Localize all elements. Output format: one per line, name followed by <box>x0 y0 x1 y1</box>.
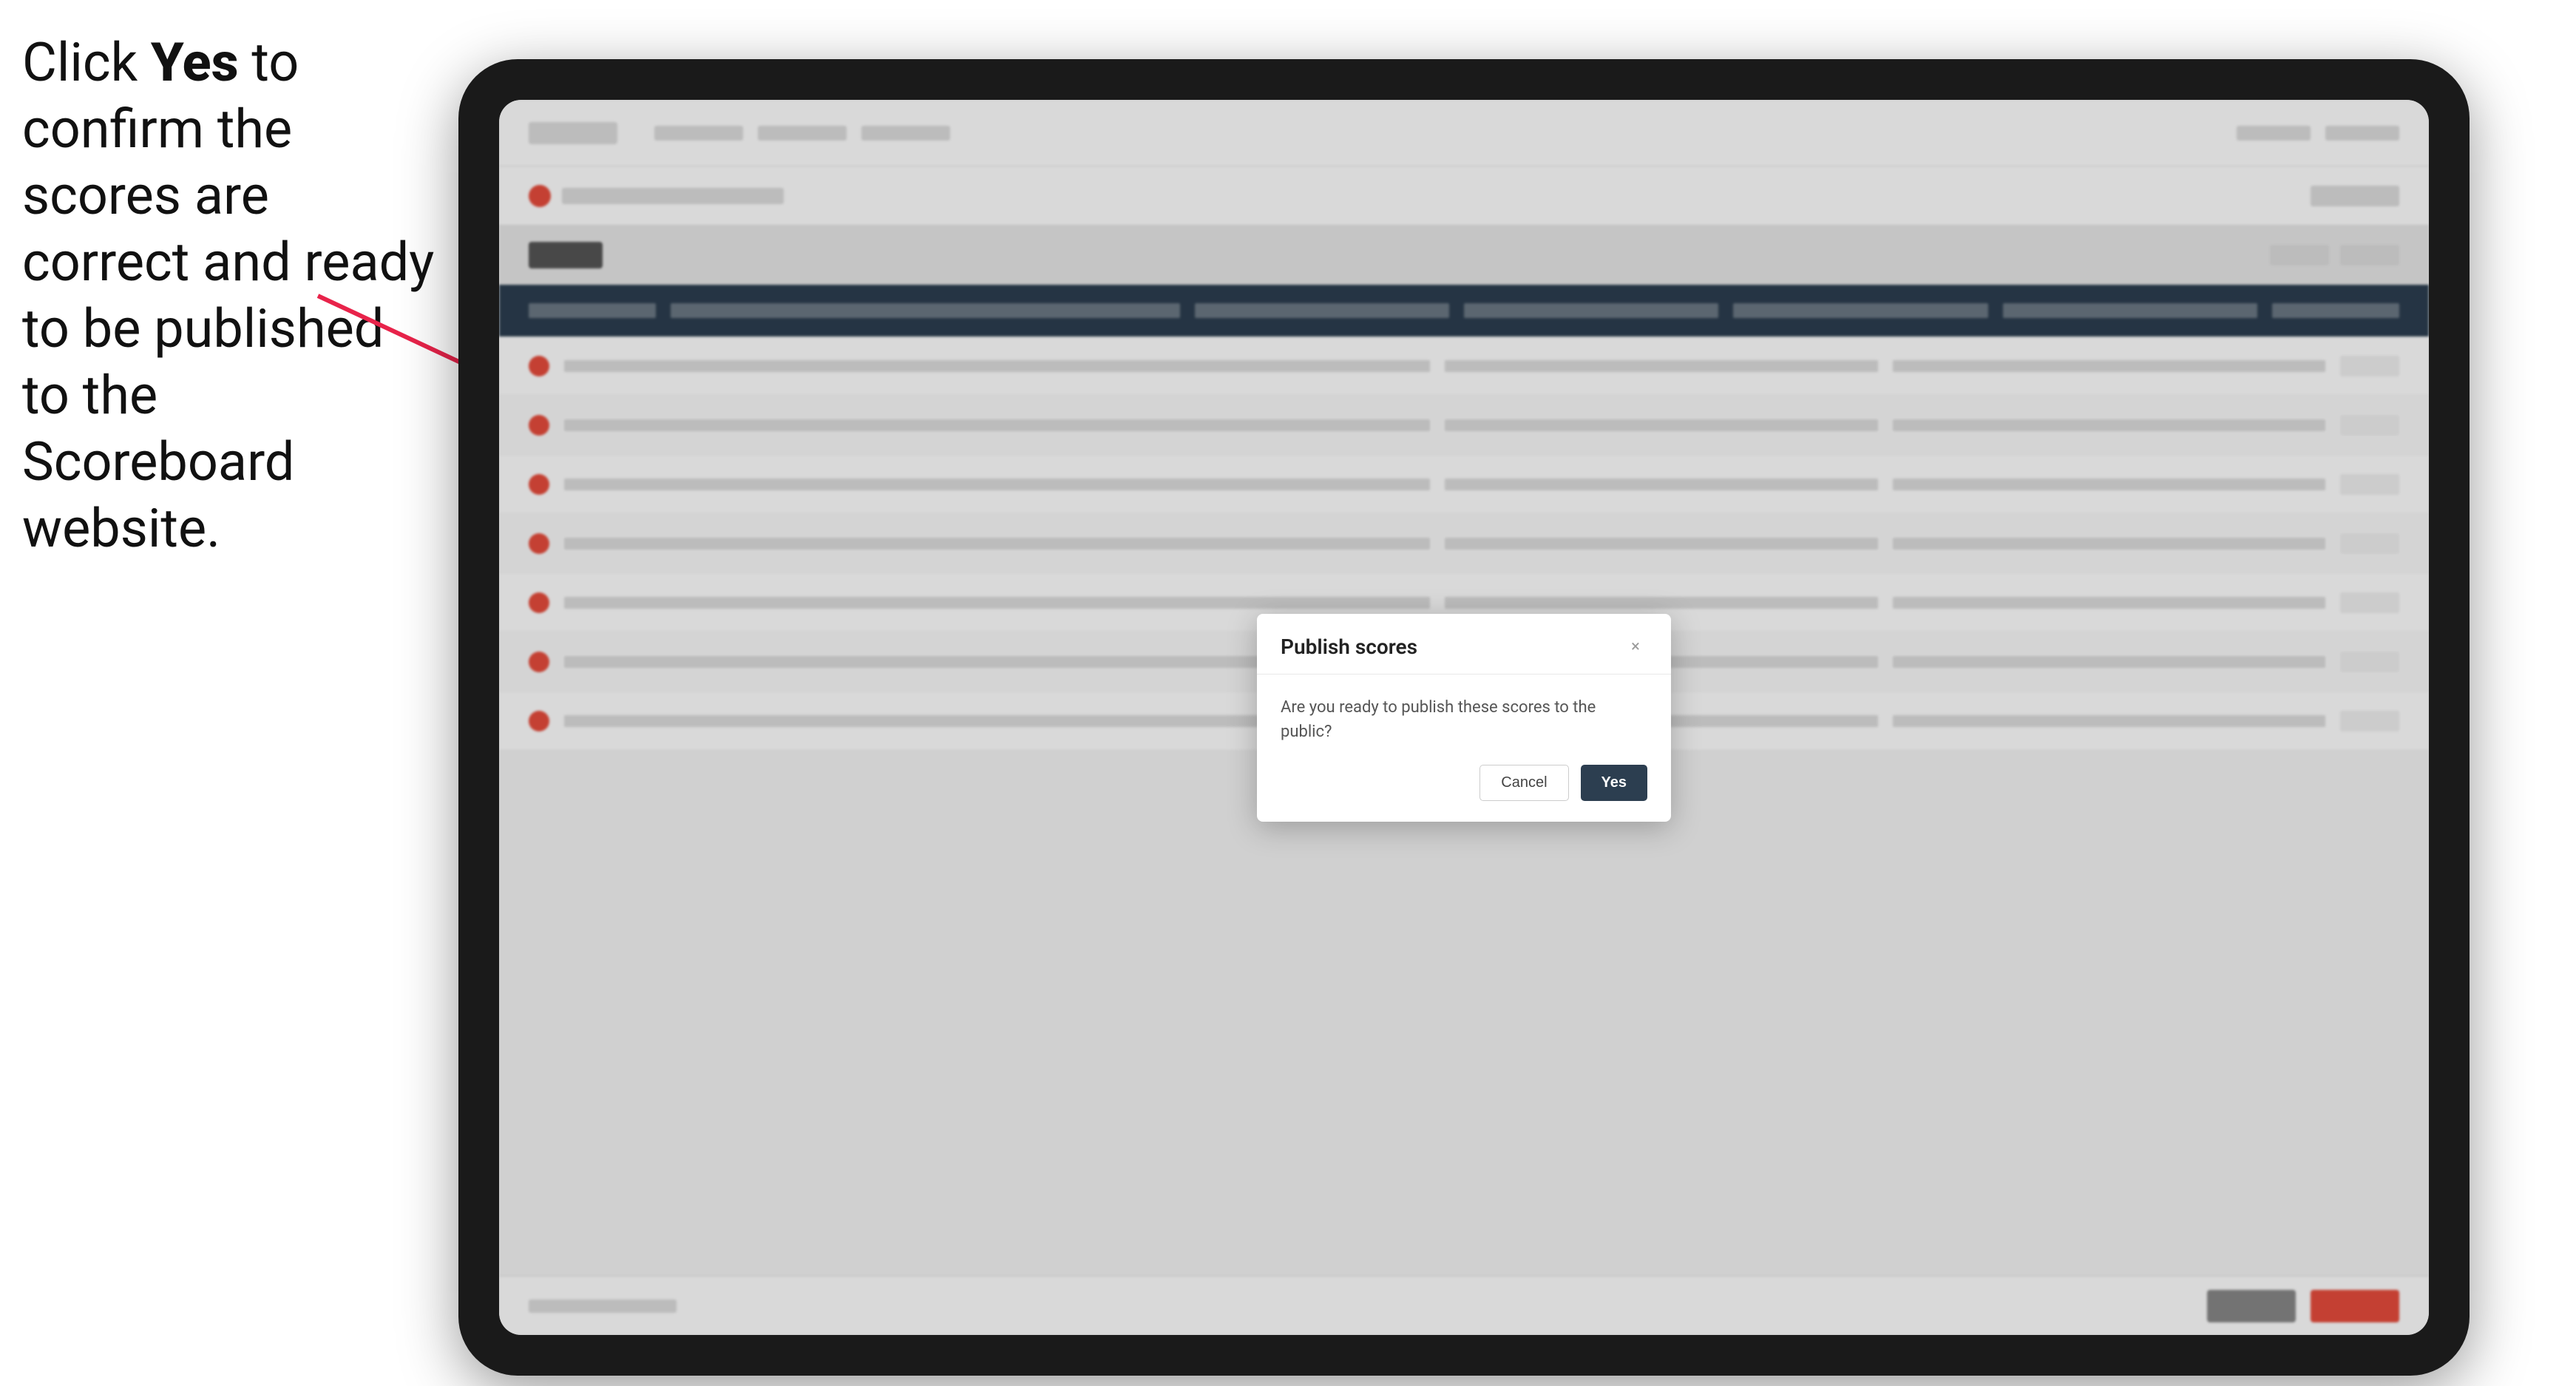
dialog-header: Publish scores × <box>1257 614 1671 675</box>
dialog-body: Are you ready to publish these scores to… <box>1257 675 1671 765</box>
instruction-text: Click Yes to confirm the scores are corr… <box>22 30 436 562</box>
yes-emphasis: Yes <box>151 31 239 94</box>
publish-scores-dialog: Publish scores × Are you ready to publis… <box>1257 614 1671 822</box>
instruction-body: to confirm the scores are correct and re… <box>22 31 434 560</box>
tablet-screen: Publish scores × Are you ready to publis… <box>499 100 2429 1335</box>
dialog-message: Are you ready to publish these scores to… <box>1281 695 1647 744</box>
tablet-frame: Publish scores × Are you ready to publis… <box>458 59 2470 1376</box>
dialog-overlay: Publish scores × Are you ready to publis… <box>499 100 2429 1335</box>
dialog-footer: Cancel Yes <box>1257 765 1671 822</box>
cancel-button[interactable]: Cancel <box>1479 765 1568 801</box>
yes-button[interactable]: Yes <box>1581 765 1647 801</box>
close-icon[interactable]: × <box>1624 635 1647 658</box>
dialog-title: Publish scores <box>1281 635 1417 659</box>
